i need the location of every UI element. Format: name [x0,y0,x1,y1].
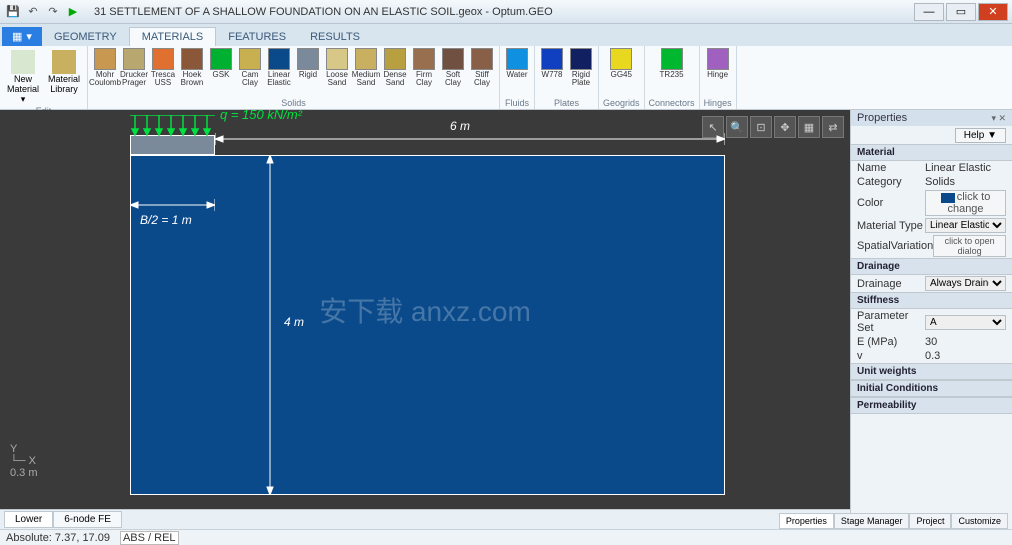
material-hoek-brown[interactable]: Hoek Brown [179,48,205,87]
section-unitweights[interactable]: Unit weights [851,363,1012,380]
prop-color[interactable]: click to change [925,190,1006,216]
material-drucker-prager[interactable]: Drucker Prager [121,48,147,87]
load-arrows [130,115,215,135]
prop-paramset[interactable]: A [925,315,1006,330]
material-hinge[interactable]: Hinge [705,48,731,79]
dim-b2-label: B/2 = 1 m [140,213,192,227]
section-drainage[interactable]: Drainage [851,258,1012,275]
material-gg45[interactable]: GG45 [608,48,634,79]
coord-mode-toggle[interactable]: ABS / REL [120,531,179,545]
material-gsk[interactable]: GSK [208,48,234,79]
dim-height-label: 4 m [284,315,304,329]
material-firm-clay[interactable]: Firm Clay [411,48,437,87]
prop-material-type[interactable]: Linear Elastic [925,218,1006,233]
prop-v[interactable]: 0.3 [925,350,1006,362]
section-stiffness[interactable]: Stiffness [851,292,1012,309]
qat-undo-icon[interactable]: ↶ [24,3,42,21]
material-mohr-coulomb[interactable]: Mohr Coulomb [92,48,118,87]
tab-results[interactable]: RESULTS [298,28,372,46]
tab-geometry[interactable]: GEOMETRY [42,28,129,46]
section-material[interactable]: Material [851,144,1012,161]
material-new-material[interactable]: New Material ▾ [4,48,42,105]
prop-name[interactable]: Linear Elastic [925,162,1006,174]
material-tr235[interactable]: TR235 [659,48,685,79]
maximize-button[interactable]: ▭ [946,3,976,21]
material-tresca-uss[interactable]: Tresca USS [150,48,176,87]
panel-tab-customize[interactable]: Customize [951,513,1008,529]
panel-tab-project[interactable]: Project [909,513,951,529]
canvas-tab-lower[interactable]: Lower [4,511,53,528]
footing-region[interactable] [130,135,215,155]
panel-tab-properties[interactable]: Properties [779,513,834,529]
material-dense-sand[interactable]: Dense Sand [382,48,408,87]
help-button[interactable]: Help ▼ [955,128,1006,143]
panel-title: Properties [857,112,907,124]
qat-save-icon[interactable]: 💾 [4,3,22,21]
panel-tab-stage[interactable]: Stage Manager [834,513,910,529]
prop-spatial[interactable]: click to open dialog [933,235,1006,257]
zoom-extents-icon[interactable]: ⊡ [750,116,772,138]
section-initial[interactable]: Initial Conditions [851,380,1012,397]
material-loose-sand[interactable]: Loose Sand [324,48,350,87]
qat-run-icon[interactable]: ▶ [64,3,82,21]
grid-icon: ▦ [12,30,22,43]
tab-features[interactable]: FEATURES [216,28,298,46]
prop-e[interactable]: 30 [925,336,1006,348]
status-coords: Absolute: 7.37, 17.09 [6,532,110,544]
material-w778[interactable]: W778 [539,48,565,79]
close-button[interactable]: ✕ [978,3,1008,21]
file-tab[interactable]: ▦▾ [2,27,42,46]
dim-b2 [130,195,215,215]
material-cam-clay[interactable]: Cam Clay [237,48,263,87]
canvas-tab-6node[interactable]: 6-node FE [53,511,122,528]
snap-toggle-icon[interactable]: ⇄ [822,116,844,138]
material-material-library[interactable]: Material Library [45,48,83,95]
soil-region[interactable] [130,155,725,495]
material-water[interactable]: Water [504,48,530,79]
material-stiff-clay[interactable]: Stiff Clay [469,48,495,87]
dim-width-label: 6 m [450,119,470,133]
window-title: 31 SETTLEMENT OF A SHALLOW FOUNDATION ON… [94,6,912,18]
zoom-in-icon[interactable]: 🔍 [726,116,748,138]
tab-materials[interactable]: MATERIALS [129,27,217,46]
grid-toggle-icon[interactable]: ▦ [798,116,820,138]
axis-indicator: Y └─ X 0.3 m [10,443,38,479]
material-rigid-plate[interactable]: Rigid Plate [568,48,594,87]
material-soft-clay[interactable]: Soft Clay [440,48,466,87]
model-canvas[interactable]: ↖ 🔍 ⊡ ✥ ▦ ⇄ q = 150 kN/m² [0,110,850,509]
prop-drainage[interactable]: Always Drained [925,276,1006,291]
material-linear-elastic[interactable]: Linear Elastic [266,48,292,87]
material-medium-sand[interactable]: Medium Sand [353,48,379,87]
prop-category: Solids [925,176,1006,188]
material-rigid[interactable]: Rigid [295,48,321,79]
load-label: q = 150 kN/m² [220,110,302,122]
qat-redo-icon[interactable]: ↷ [44,3,62,21]
minimize-button[interactable]: — [914,3,944,21]
properties-panel: Properties ▾ ✕ Help ▼ Material NameLinea… [850,110,1012,529]
dim-height [260,155,280,495]
section-permeability[interactable]: Permeability [851,397,1012,414]
pan-icon[interactable]: ✥ [774,116,796,138]
